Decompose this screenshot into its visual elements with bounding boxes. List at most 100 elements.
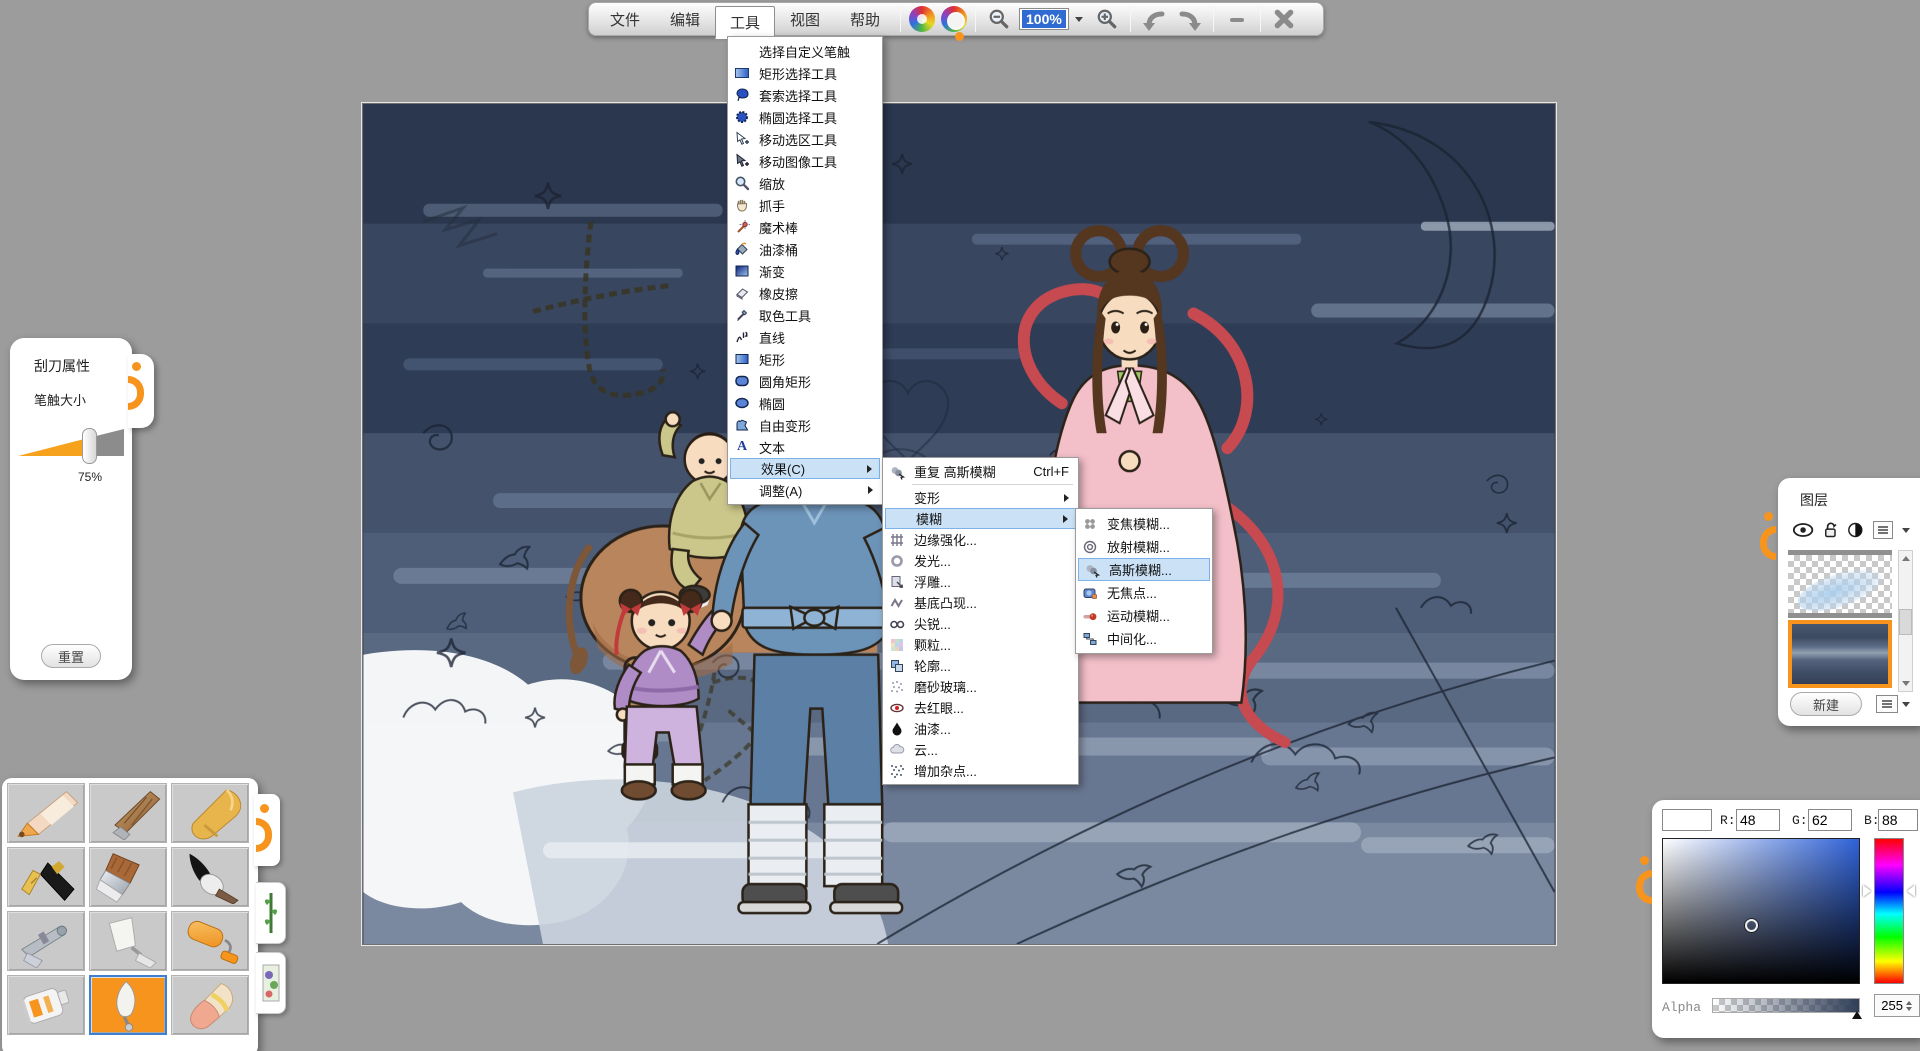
brush-paint-tube[interactable]	[7, 975, 85, 1035]
brush-scraper-knife[interactable]	[89, 975, 167, 1035]
brush-fountain-pen[interactable]	[7, 847, 85, 907]
saturation-value-field[interactable]	[1662, 838, 1860, 984]
menu-item-transform[interactable]: 变形	[884, 487, 1077, 508]
menu-item-sharpen[interactable]: 尖锐...	[884, 613, 1077, 634]
menu-item-edge-enhance[interactable]: 边缘强化...	[884, 529, 1077, 550]
menu-item-emboss[interactable]: 浮雕...	[884, 571, 1077, 592]
menu-item-zoom[interactable]: 缩放	[729, 172, 881, 194]
texture-brush-tab[interactable]	[256, 952, 286, 1014]
menu-item-line[interactable]: 直线	[729, 326, 881, 348]
menu-item-cloud[interactable]: 云...	[884, 739, 1077, 760]
menu-item-adjust[interactable]: 调整(A)	[729, 479, 881, 501]
brush-eraser-stick[interactable]	[171, 975, 249, 1035]
layer-thumbnail-top[interactable]	[1788, 550, 1892, 618]
layers-scrollbar[interactable]	[1898, 550, 1913, 692]
menu-item-glow[interactable]: 发光...	[884, 550, 1077, 571]
sv-marker[interactable]	[1745, 919, 1758, 932]
brush-roller[interactable]	[171, 911, 249, 971]
new-layer-button[interactable]: 新建	[1790, 692, 1862, 716]
menu-item-defocus[interactable]: 无焦点...	[1077, 581, 1211, 604]
brush-flat[interactable]	[89, 847, 167, 907]
menu-item-ellipse[interactable]: 椭圆	[729, 392, 881, 414]
menu-item-grain[interactable]: 颗粒...	[884, 634, 1077, 655]
menu-item-gaussian-blur[interactable]: 高斯模糊...	[1078, 558, 1210, 581]
menu-item-free-transform[interactable]: 自由变形	[729, 414, 881, 436]
chevron-down-icon[interactable]	[1902, 528, 1910, 533]
menu-view[interactable]: 视图	[775, 5, 835, 33]
green-input[interactable]	[1808, 809, 1852, 831]
menu-item-text[interactable]: A文本	[729, 436, 881, 458]
brush-wooden[interactable]	[89, 783, 167, 843]
alpha-value-input[interactable]	[1875, 998, 1903, 1013]
menu-item-magic-wand[interactable]: 魔术棒	[729, 216, 881, 238]
minimize-button[interactable]	[1219, 5, 1255, 33]
menu-item-median[interactable]: 中间化...	[1077, 627, 1211, 650]
scroll-up-button[interactable]	[1899, 551, 1912, 566]
menu-item-gradient[interactable]: 渐变	[729, 260, 881, 282]
scrollbar-thumb[interactable]	[1899, 609, 1912, 635]
menu-item-rounded-rectangle[interactable]: 圆角矩形	[729, 370, 881, 392]
rainbow-ring-logo-icon[interactable]	[941, 6, 967, 32]
undo-button[interactable]	[1136, 5, 1172, 33]
menu-item-lasso-select[interactable]: 套索选择工具	[729, 84, 881, 106]
menu-item-blur[interactable]: 模糊	[885, 508, 1076, 529]
zoom-in-button[interactable]	[1089, 5, 1125, 33]
menu-item-contour[interactable]: 轮廓...	[884, 655, 1077, 676]
brush-palette-knife[interactable]	[89, 911, 167, 971]
zoom-level-field[interactable]: 100%	[1019, 8, 1069, 30]
menu-help[interactable]: 帮助	[835, 5, 895, 33]
menu-item-add-noise[interactable]: 增加杂点...	[884, 760, 1077, 781]
scroll-down-button[interactable]	[1899, 676, 1912, 691]
close-button[interactable]	[1266, 5, 1302, 33]
menu-item-motion-blur[interactable]: 运动模糊...	[1077, 604, 1211, 627]
zoom-out-button[interactable]	[981, 5, 1017, 33]
menu-item-move-selection[interactable]: 移动选区工具	[729, 128, 881, 150]
blue-input[interactable]	[1878, 809, 1918, 831]
brush-size-slider[interactable]	[18, 426, 124, 466]
menu-item-repeat-gaussian[interactable]: 重复 高斯模糊Ctrl+F	[884, 461, 1077, 482]
slider-handle[interactable]	[82, 428, 97, 464]
menu-item-eyedropper[interactable]: 取色工具	[729, 304, 881, 326]
bamboo-brush-tab[interactable]	[256, 882, 286, 944]
brush-ink[interactable]	[171, 847, 249, 907]
menu-edit[interactable]: 编辑	[655, 5, 715, 33]
unlocked-padlock-icon[interactable]	[1823, 521, 1838, 539]
menu-item-ellipse-select[interactable]: 椭圆选择工具	[729, 106, 881, 128]
alpha-marker[interactable]	[1852, 1011, 1862, 1019]
brush-panel-drag-handle[interactable]	[254, 794, 280, 866]
brush-crayon[interactable]	[171, 783, 249, 843]
brush-airbrush[interactable]	[7, 911, 85, 971]
menu-item-frosted-glass[interactable]: 磨砂玻璃...	[884, 676, 1077, 697]
hue-marker-right[interactable]	[1907, 885, 1915, 897]
menu-item-radial-blur[interactable]: 放射模糊...	[1077, 535, 1211, 558]
blend-mode-icon[interactable]	[1847, 521, 1864, 539]
hue-marker-left[interactable]	[1863, 885, 1871, 897]
alpha-slider[interactable]	[1712, 998, 1860, 1013]
layer-options-button[interactable]	[1876, 695, 1898, 713]
menu-item-eraser[interactable]: 橡皮擦	[729, 282, 881, 304]
menu-item-bas-relief[interactable]: 基底凸现...	[884, 592, 1077, 613]
menu-file[interactable]: 文件	[595, 5, 655, 33]
menu-item-hand[interactable]: 抓手	[729, 194, 881, 216]
menu-item-move-image[interactable]: 移动图像工具	[729, 150, 881, 172]
layer-list-menu-button[interactable]	[1873, 521, 1893, 539]
menu-item-rectangle[interactable]: 矩形	[729, 348, 881, 370]
menu-item-zoom-blur[interactable]: 变焦模糊...	[1077, 512, 1211, 535]
menu-item-custom-brush[interactable]: 选择自定义笔触	[729, 40, 881, 62]
panel-drag-handle[interactable]	[1636, 870, 1652, 904]
spin-down-button[interactable]	[1906, 1007, 1912, 1011]
visibility-eye-icon[interactable]	[1792, 522, 1814, 538]
layer-thumbnail-bottom-selected[interactable]	[1788, 620, 1892, 688]
spin-up-button[interactable]	[1906, 1001, 1912, 1005]
panel-drag-handle[interactable]	[128, 354, 154, 428]
menu-tools[interactable]: 工具	[715, 6, 775, 39]
brush-pencil[interactable]	[7, 783, 85, 843]
menu-item-paint-bucket[interactable]: 油漆桶	[729, 238, 881, 260]
rainbow-flower-logo-icon[interactable]	[909, 6, 935, 32]
menu-item-red-eye[interactable]: 去红眼...	[884, 697, 1077, 718]
redo-button[interactable]	[1172, 5, 1208, 33]
reset-button[interactable]: 重置	[41, 644, 101, 668]
menu-item-paint[interactable]: 油漆...	[884, 718, 1077, 739]
panel-drag-handle[interactable]	[1760, 526, 1776, 560]
menu-item-effects[interactable]: 效果(C)	[730, 458, 880, 479]
